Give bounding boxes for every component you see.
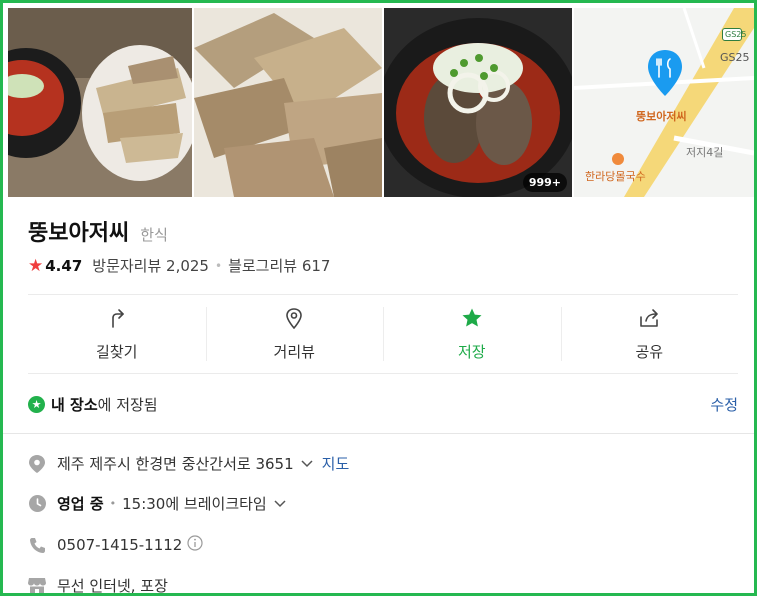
photo-stew-and-fish[interactable] [8, 8, 192, 197]
title-row: 뚱보아저씨 한식 [28, 215, 168, 247]
share-icon [638, 307, 660, 333]
chevron-down-icon[interactable] [273, 495, 287, 513]
street-view-button[interactable]: 거리뷰 [205, 295, 384, 373]
phone-number[interactable]: 0507-1415-1112 [57, 536, 182, 554]
map-pin-label: 뚱보아저씨 [636, 110, 687, 123]
hours-text: 15:30에 브레이크타임 [122, 495, 267, 513]
photo-fried-fish[interactable] [194, 8, 382, 197]
chevron-down-icon[interactable] [300, 455, 314, 473]
separator-dot: • [109, 497, 117, 510]
directions-button[interactable]: 길찾기 [28, 295, 206, 373]
blog-reviews-link[interactable]: 블로그리뷰 617 [228, 255, 330, 276]
clock-icon [28, 495, 46, 513]
amenities-text: 무선 인터넷, 포장 [57, 577, 168, 595]
street-view-icon [283, 307, 305, 333]
share-label: 공유 [635, 342, 664, 361]
info-icon[interactable] [187, 535, 203, 555]
separator-dot: • [214, 258, 223, 273]
place-name: 뚱보아저씨 [28, 221, 130, 246]
star-icon [461, 307, 483, 333]
saved-folder-name: 내 장소 [51, 395, 98, 414]
phone-icon [28, 536, 46, 554]
gas-station-icon: GS25 [722, 28, 746, 41]
place-category: 한식 [140, 226, 168, 244]
directions-label: 길찾기 [96, 342, 138, 361]
address-row: 제주 제주시 한경면 중산간서로 3651 지도 [28, 453, 349, 474]
map-pin-icon [648, 50, 682, 96]
business-status: 영업 중 [57, 495, 104, 513]
save-label: 저장 [457, 342, 486, 361]
share-button[interactable]: 공유 [560, 295, 739, 373]
road-label: 저지4길 [686, 146, 724, 159]
photo-braised-fish[interactable]: 999+ [384, 8, 572, 197]
saved-status-text: 에 저장됨 [97, 395, 158, 414]
address-text: 제주 제주시 한경면 중산간서로 3651 [57, 455, 294, 473]
rating-row: ★ 4.47 방문자리뷰 2,025 • 블로그리뷰 617 [28, 255, 330, 276]
saved-status-row: ★ 내 장소 에 저장됨 수정 [28, 393, 738, 415]
action-bar: 길찾기 거리뷰 저장 공유 [28, 295, 738, 373]
section-divider [3, 433, 754, 434]
street-view-label: 거리뷰 [273, 342, 315, 361]
map-link[interactable]: 지도 [322, 453, 350, 474]
saved-star-icon: ★ [28, 395, 45, 413]
nearby-restaurant-icon [612, 153, 624, 165]
photo-strip: 999+ 뚱보아저씨 한라당몰국수 저지4길 GS25 GS25 [8, 8, 754, 197]
rating-value: 4.47 [45, 256, 83, 275]
amenities-row: 무선 인터넷, 포장 [28, 575, 168, 595]
gas-station-label: GS25 [720, 51, 750, 64]
phone-row: 0507-1415-1112 [28, 535, 203, 555]
place-card: 999+ 뚱보아저씨 한라당몰국수 저지4길 GS25 GS25 뚱보아저씨 한… [0, 0, 757, 596]
directions-icon [106, 307, 128, 333]
hours-row: 영업 중 • 15:30에 브레이크타임 [28, 493, 287, 514]
location-pin-icon [28, 454, 46, 473]
visitor-reviews-link[interactable]: 방문자리뷰 2,025 [92, 255, 209, 276]
save-button[interactable]: 저장 [383, 295, 561, 373]
edit-saved-link[interactable]: 수정 [710, 394, 738, 415]
rating-star-icon: ★ [28, 255, 44, 276]
photo-count-badge: 999+ [522, 173, 567, 192]
mini-map[interactable]: 뚱보아저씨 한라당몰국수 저지4길 GS25 GS25 [574, 8, 754, 197]
nearby-restaurant-label: 한라당몰국수 [585, 170, 646, 183]
divider [28, 373, 738, 374]
store-icon [28, 577, 46, 593]
